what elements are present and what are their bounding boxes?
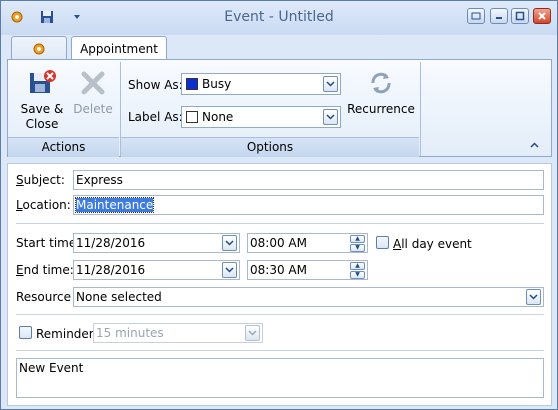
recurrence-label: Recurrence: [347, 102, 415, 116]
end-date-dropdown[interactable]: [222, 262, 237, 278]
chevron-down-icon: [326, 114, 335, 120]
start-date-dropdown[interactable]: [222, 235, 237, 251]
start-time-spin-buttons[interactable]: ▲ ▼: [350, 235, 365, 252]
label-color-swatch: [186, 111, 198, 123]
event-window: Event - Untitled Appointment Save & Clos…: [0, 0, 558, 410]
save-close-icon: [30, 70, 56, 93]
save-close-label-2: Close: [25, 117, 59, 131]
close-button[interactable]: [533, 8, 551, 24]
subject-value: Express: [76, 173, 123, 187]
end-date-value: 11/28/2016: [76, 263, 146, 277]
divider: [16, 350, 544, 351]
ribbon: Save & Close Delete Actions Show As: Bus…: [7, 59, 552, 157]
reminder-value: 15 minutes: [96, 326, 164, 340]
location-input[interactable]: Maintenance: [73, 195, 544, 215]
start-time-label: Start time:: [16, 236, 81, 250]
end-time-label: End time:: [16, 263, 74, 277]
app-menu-tab[interactable]: [11, 36, 67, 60]
spin-up-icon[interactable]: ▲: [350, 262, 365, 270]
save-close-label: Save &: [20, 102, 64, 116]
maximize-button[interactable]: [511, 8, 529, 24]
recurrence-icon: [371, 72, 391, 94]
start-time-spinner[interactable]: 08:00 AM ▲ ▼: [247, 233, 368, 253]
spin-down-icon[interactable]: ▼: [350, 244, 365, 252]
subject-input[interactable]: Express: [73, 170, 544, 190]
chevron-down-icon: [248, 330, 257, 336]
busy-color-swatch: [186, 78, 198, 90]
delete-label: Delete: [73, 102, 113, 116]
end-time-value: 08:30 AM: [250, 263, 307, 277]
spin-up-icon[interactable]: ▲: [350, 235, 365, 243]
reminder-label: Reminder:: [36, 327, 98, 341]
restore-ribbon-button[interactable]: [467, 8, 485, 24]
resource-label: Resource: [16, 290, 72, 304]
label-as-combo[interactable]: None: [181, 106, 341, 128]
label-as-label: Label As:: [128, 110, 183, 124]
show-as-combo[interactable]: Busy: [181, 73, 341, 95]
resource-value: None selected: [76, 290, 162, 304]
chevron-down-icon: [225, 267, 234, 273]
start-date-value: 11/28/2016: [76, 236, 146, 250]
end-time-spin-buttons[interactable]: ▲ ▼: [350, 262, 365, 279]
all-day-checkbox[interactable]: [376, 236, 389, 249]
reminder-checkbox[interactable]: [19, 326, 32, 339]
chevron-down-icon: [326, 81, 335, 87]
location-label: Location:: [16, 198, 71, 212]
start-date-picker[interactable]: 11/28/2016: [73, 233, 240, 253]
end-time-spinner[interactable]: 08:30 AM ▲ ▼: [247, 260, 368, 280]
location-value: Maintenance: [74, 197, 155, 213]
tab-appointment[interactable]: Appointment: [71, 36, 167, 60]
collapse-ribbon-icon[interactable]: [530, 142, 539, 148]
reminder-combo[interactable]: 15 minutes: [93, 323, 263, 343]
minimize-button[interactable]: [490, 8, 508, 24]
show-as-value: Busy: [202, 77, 232, 91]
label-as-value: None: [202, 110, 234, 124]
resource-dropdown[interactable]: [526, 289, 541, 305]
notes-textarea[interactable]: New Event: [16, 358, 544, 398]
recurrence-button[interactable]: Recurrence: [346, 68, 416, 117]
chevron-down-icon: [225, 240, 234, 246]
start-time-value: 08:00 AM: [250, 236, 307, 250]
spin-down-icon[interactable]: ▼: [350, 271, 365, 279]
subject-label: Subject:: [16, 173, 65, 187]
resource-combo[interactable]: None selected: [73, 287, 544, 307]
show-as-dropdown[interactable]: [323, 76, 338, 92]
actions-group-label: Actions: [8, 137, 119, 157]
all-day-label: All day event: [393, 237, 472, 251]
gear-icon: [33, 43, 45, 54]
save-close-button[interactable]: Save & Close: [12, 68, 72, 132]
delete-icon: [81, 71, 105, 95]
options-group-label: Options: [121, 137, 419, 157]
notes-value: New Event: [19, 361, 84, 375]
delete-button[interactable]: Delete: [70, 68, 116, 117]
group-separator: [420, 62, 421, 156]
divider: [16, 314, 544, 315]
label-as-dropdown[interactable]: [323, 109, 338, 125]
reminder-dropdown[interactable]: [245, 325, 260, 341]
divider: [16, 223, 544, 224]
title-bar: Event - Untitled: [1, 1, 557, 35]
show-as-label: Show As:: [128, 78, 183, 92]
event-form: Subject: Express Location: Maintenance S…: [7, 163, 552, 406]
end-date-picker[interactable]: 11/28/2016: [73, 260, 240, 280]
chevron-down-icon: [529, 294, 538, 300]
